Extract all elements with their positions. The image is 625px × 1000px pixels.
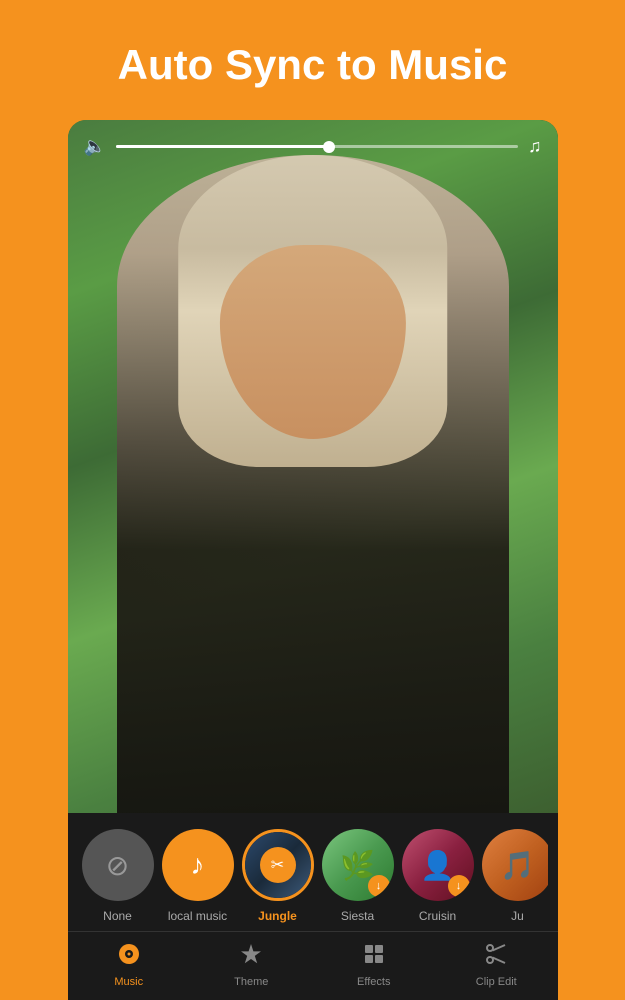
music-label-local: local music [168, 909, 227, 923]
music-note-icon[interactable]: ♫ [528, 136, 542, 157]
download-icon-siesta: ↓ [368, 875, 390, 897]
music-item-local[interactable]: ♪ local music [162, 829, 234, 923]
ju-icon: 🎵 [500, 849, 535, 882]
jungle-inner: ✂ [245, 832, 311, 898]
progress-track[interactable] [116, 145, 518, 148]
effects-nav-icon [362, 942, 386, 972]
music-thumb-jungle: ✂ [242, 829, 314, 901]
nav-item-music[interactable]: Music [68, 932, 191, 1000]
music-label-jungle: Jungle [258, 909, 297, 923]
progress-fill [116, 145, 329, 148]
music-label-cruisin: Cruisin [419, 909, 456, 923]
video-area: 🔈 ♫ [68, 120, 558, 813]
none-icon: ⊘ [106, 849, 129, 882]
music-label-siesta: Siesta [341, 909, 374, 923]
theme-nav-icon [239, 942, 263, 972]
page-title: Auto Sync to Music [118, 40, 508, 90]
effects-icon-svg [362, 942, 386, 966]
music-thumb-cruisin: 👤 ↓ [402, 829, 474, 901]
music-nav-icon [117, 942, 141, 972]
scissors-icon-svg [484, 942, 508, 966]
music-nav-label: Music [114, 976, 143, 988]
music-thumb-ju: 🎵 [482, 829, 548, 901]
clip-edit-nav-icon [484, 942, 508, 972]
theme-nav-label: Theme [234, 976, 268, 988]
music-list: ⊘ None ♪ local music ✂ Jungle [78, 829, 548, 923]
music-icon-svg [117, 942, 141, 966]
cruisin-image-icon: 👤 [420, 849, 455, 882]
music-label-ju: Ju [511, 909, 524, 923]
music-item-jungle[interactable]: ✂ Jungle [242, 829, 314, 923]
music-item-cruisin[interactable]: 👤 ↓ Cruisin [402, 829, 474, 923]
effects-nav-label: Effects [357, 976, 390, 988]
controls-bar: 🔈 ♫ [68, 136, 558, 157]
nav-item-theme[interactable]: Theme [190, 932, 313, 1000]
siesta-landscape-icon: 🌿 [340, 849, 375, 882]
music-item-none[interactable]: ⊘ None [82, 829, 154, 923]
music-item-siesta[interactable]: 🌿 ↓ Siesta [322, 829, 394, 923]
nav-item-clip-edit[interactable]: Clip Edit [435, 932, 558, 1000]
volume-icon[interactable]: 🔈 [84, 136, 106, 157]
music-thumb-local: ♪ [162, 829, 234, 901]
progress-thumb [323, 141, 335, 153]
music-panel: ⊘ None ♪ local music ✂ Jungle [68, 813, 558, 931]
music-thumb-none: ⊘ [82, 829, 154, 901]
clip-edit-nav-label: Clip Edit [476, 976, 517, 988]
video-background [68, 120, 558, 813]
header-area: Auto Sync to Music [0, 0, 625, 120]
local-music-icon: ♪ [191, 849, 205, 881]
phone-container: 🔈 ♫ ⊘ None ♪ local music [68, 120, 558, 1000]
download-icon-cruisin: ↓ [448, 875, 470, 897]
music-thumb-siesta: 🌿 ↓ [322, 829, 394, 901]
bottom-nav: Music Theme Effects [68, 931, 558, 1000]
jungle-scissors-icon: ✂ [260, 847, 296, 883]
theme-icon-svg [239, 942, 263, 966]
nav-item-effects[interactable]: Effects [313, 932, 436, 1000]
music-label-none: None [103, 909, 132, 923]
music-item-ju[interactable]: 🎵 Ju [482, 829, 548, 923]
